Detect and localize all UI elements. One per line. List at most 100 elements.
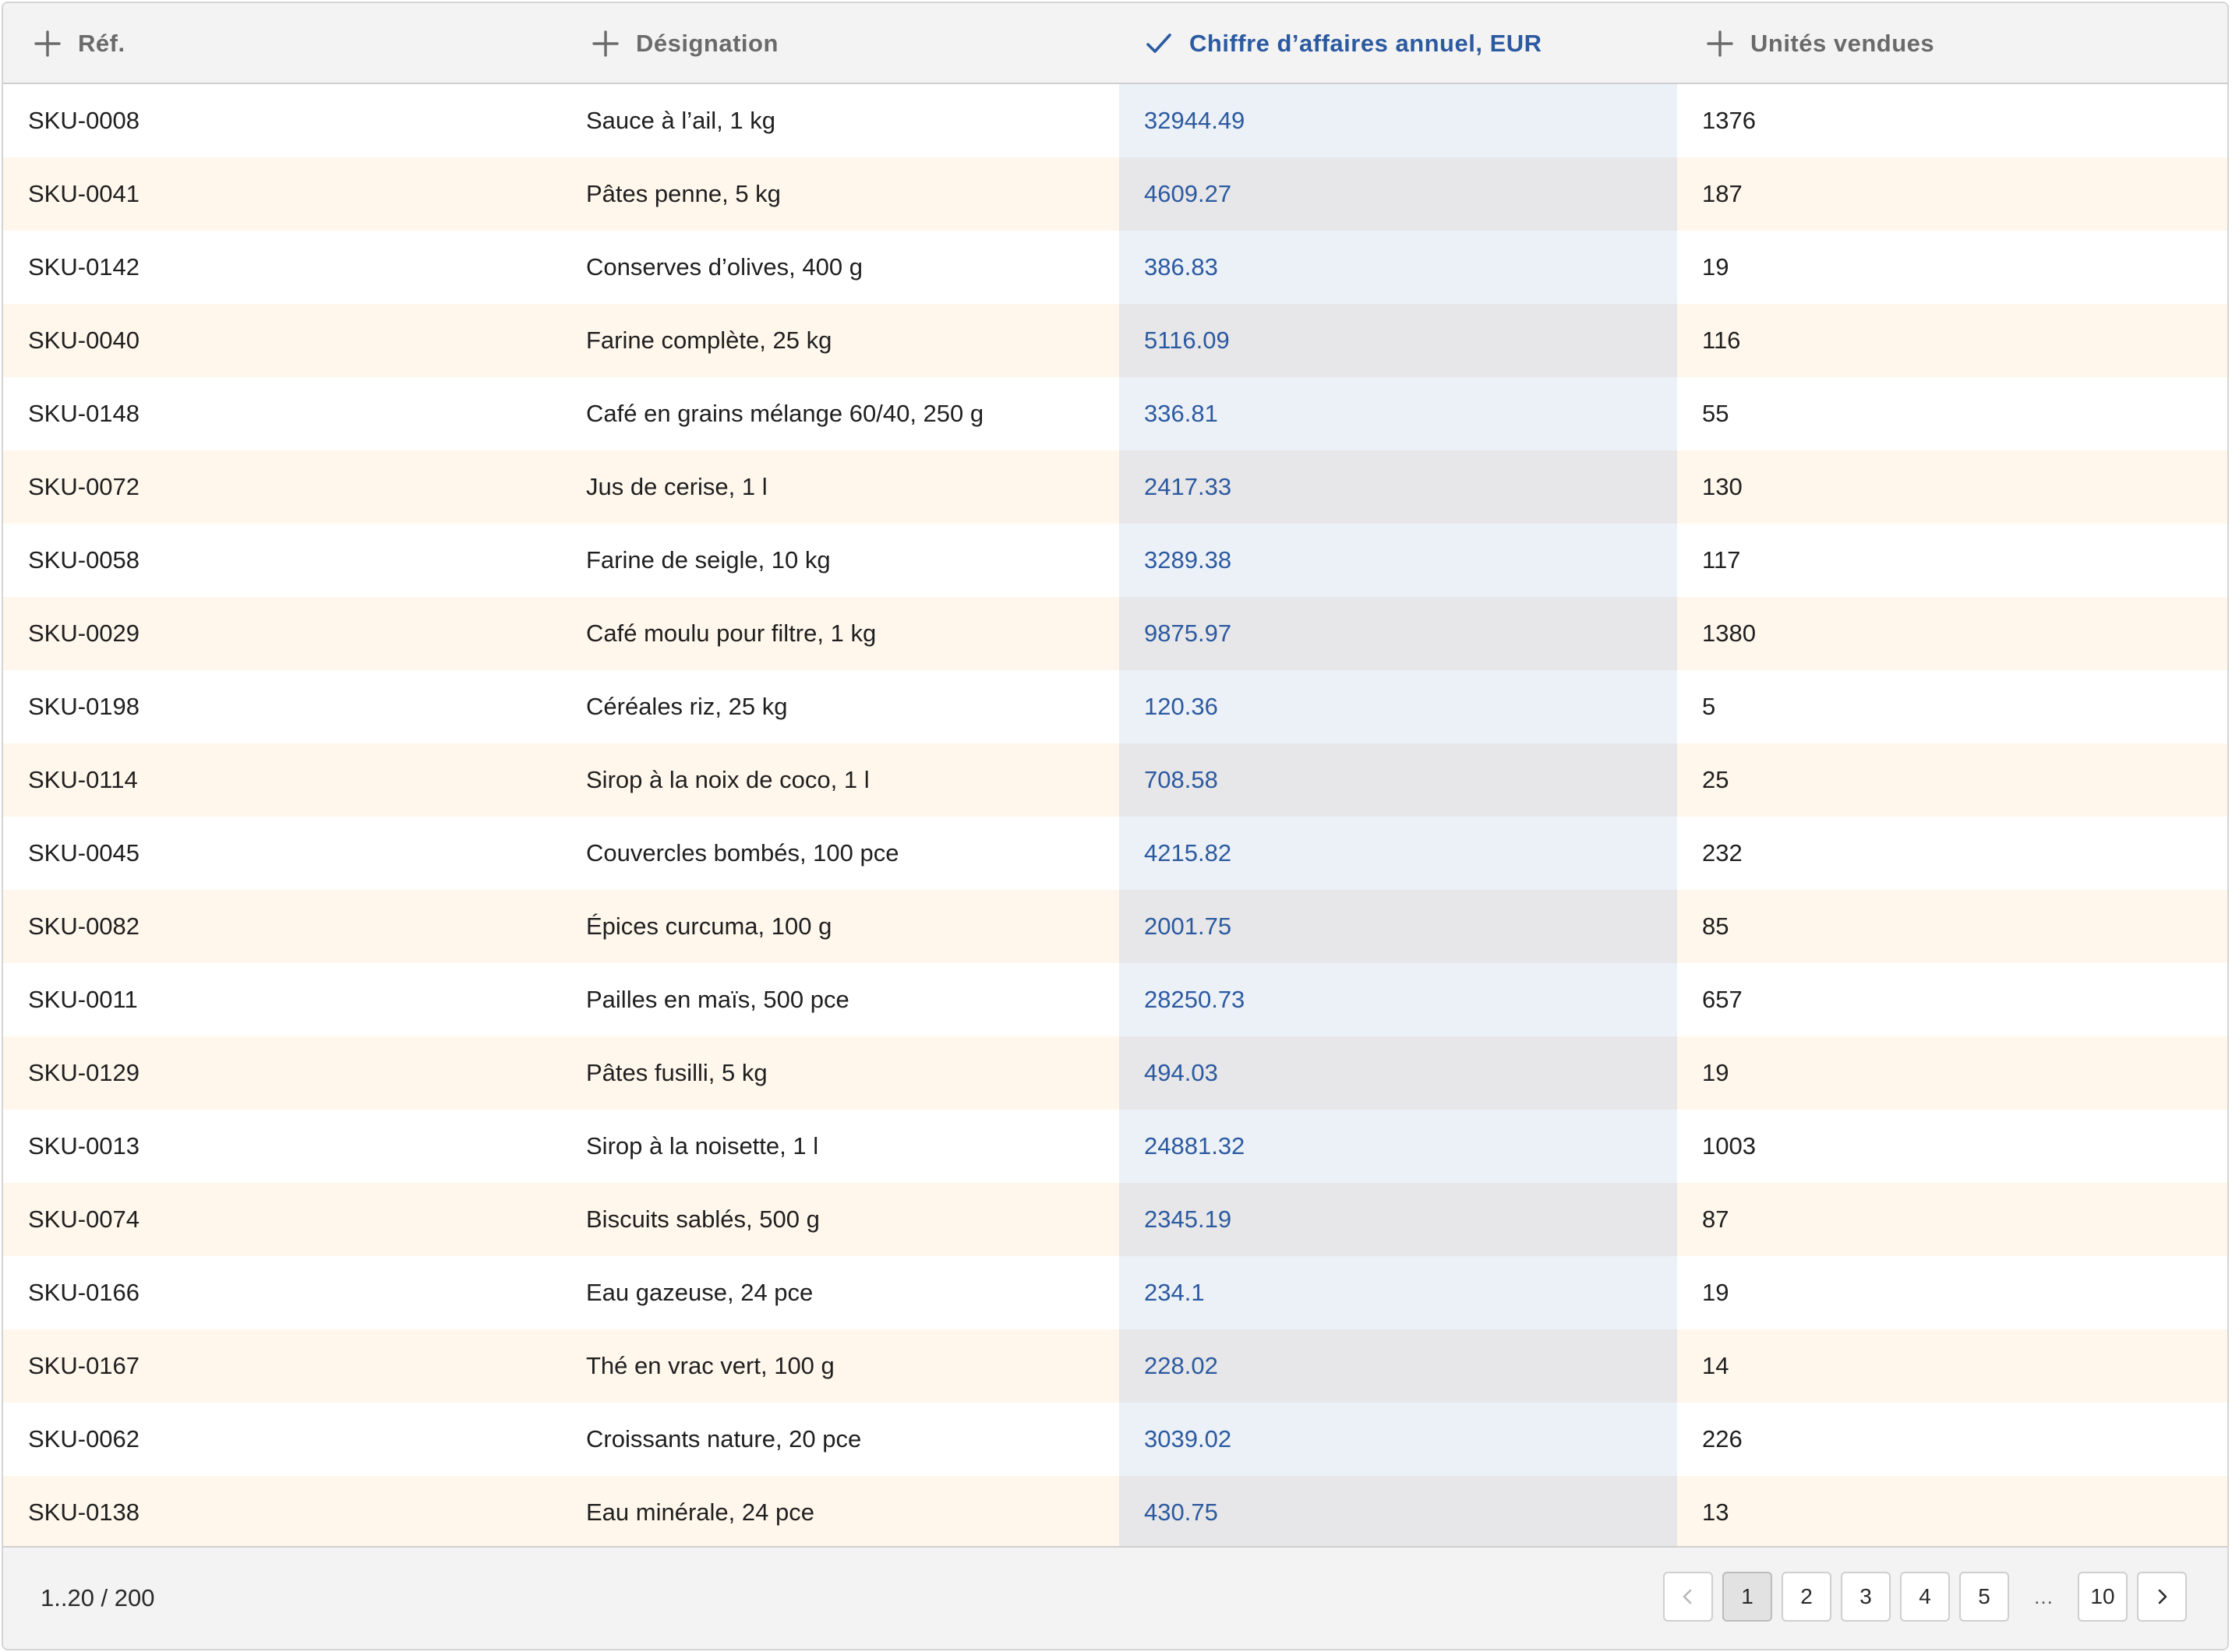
column-header-label: Désignation	[636, 30, 779, 57]
cell-units: 117	[1702, 546, 1741, 574]
cell-ref: SKU-0167	[28, 1352, 140, 1379]
column-header-ref[interactable]: Réf.	[3, 3, 561, 84]
table-row[interactable]: SKU-0011 Pailles en maïs, 500 pce 28250.73…	[3, 963, 2227, 1036]
table-row[interactable]: SKU-0062 Croissants nature, 20 pce 3039.02…	[3, 1403, 2227, 1476]
page-button-3[interactable]: 3	[1841, 1572, 1891, 1622]
cell-units: 14	[1702, 1352, 1729, 1379]
column-header-label: Réf.	[78, 30, 125, 57]
cell-ref: SKU-0013	[28, 1132, 140, 1160]
cell-ref: SKU-0114	[28, 766, 138, 793]
cell-revenue: 228.02	[1119, 1329, 1677, 1403]
cell-units: 85	[1702, 912, 1729, 940]
page-ellipsis: …	[2033, 1584, 2054, 1608]
column-header-label: Chiffre d’affaires annuel, EUR	[1189, 30, 1542, 57]
table-row[interactable]: SKU-0138 Eau minérale, 24 pce 430.75 13	[3, 1476, 2227, 1549]
plus-icon[interactable]	[592, 30, 619, 57]
cell-revenue: 32944.49	[1119, 84, 1677, 157]
page-button-4[interactable]: 4	[1900, 1572, 1950, 1622]
cell-revenue: 5116.09	[1119, 304, 1677, 377]
grid-body: SKU-0008 Sauce à l’ail, 1 kg 32944.49 1376 S…	[3, 84, 2227, 1549]
cell-ref: SKU-0166	[28, 1279, 140, 1306]
chevron-left-icon	[1678, 1587, 1698, 1607]
grid-header: Réf. Désignation Chiffre d’affaires annu…	[3, 3, 2227, 84]
cell-name: Café moulu pour filtre, 1 kg	[586, 620, 877, 647]
cell-name: Biscuits sablés, 500 g	[586, 1205, 820, 1233]
cell-name: Conserves d’olives, 400 g	[586, 253, 863, 281]
table-row[interactable]: SKU-0040 Farine complète, 25 kg 5116.09 116	[3, 304, 2227, 377]
cell-name: Croissants nature, 20 pce	[586, 1425, 862, 1453]
cell-name: Pâtes penne, 5 kg	[586, 180, 781, 207]
column-header-units[interactable]: Unités vendues	[1677, 3, 2227, 84]
cell-units: 1380	[1702, 620, 1756, 647]
cell-revenue: 28250.73	[1119, 963, 1677, 1036]
table-row[interactable]: SKU-0142 Conserves d’olives, 400 g 386.83 1…	[3, 231, 2227, 304]
cell-revenue: 2417.33	[1119, 450, 1677, 524]
cell-revenue: 4215.82	[1119, 817, 1677, 890]
cell-units: 130	[1702, 473, 1743, 500]
cell-name: Eau gazeuse, 24 pce	[586, 1279, 814, 1306]
table-row[interactable]: SKU-0008 Sauce à l’ail, 1 kg 32944.49 1376	[3, 84, 2227, 157]
cell-units: 19	[1702, 1059, 1729, 1086]
cell-units: 87	[1702, 1205, 1729, 1233]
table-row[interactable]: SKU-0167 Thé en vrac vert, 100 g 228.02 14	[3, 1329, 2227, 1403]
cell-revenue: 708.58	[1119, 743, 1677, 817]
cell-units: 19	[1702, 1279, 1729, 1306]
previous-page-button[interactable]	[1663, 1572, 1713, 1622]
table-row[interactable]: SKU-0013 Sirop à la noisette, 1 l 24881.32…	[3, 1110, 2227, 1183]
cell-ref: SKU-0045	[28, 839, 140, 867]
table-row[interactable]: SKU-0072 Jus de cerise, 1 l 2417.33 130	[3, 450, 2227, 524]
pagination-summary: 1..20 / 200	[41, 1584, 155, 1611]
cell-revenue: 386.83	[1119, 231, 1677, 304]
cell-ref: SKU-0198	[28, 693, 140, 720]
cell-revenue: 24881.32	[1119, 1110, 1677, 1183]
cell-ref: SKU-0148	[28, 400, 140, 427]
cell-units: 187	[1702, 180, 1743, 207]
cell-ref: SKU-0062	[28, 1425, 140, 1453]
cell-units: 226	[1702, 1425, 1743, 1453]
next-page-button[interactable]	[2137, 1572, 2187, 1622]
pagination: 1 2 3 4 5 … 10	[1654, 1572, 2187, 1622]
cell-revenue: 2345.19	[1119, 1183, 1677, 1256]
table-row[interactable]: SKU-0166 Eau gazeuse, 24 pce 234.1 19	[3, 1256, 2227, 1329]
table-row[interactable]: SKU-0114 Sirop à la noix de coco, 1 l 708.…	[3, 743, 2227, 817]
table-row[interactable]: SKU-0198 Céréales riz, 25 kg 120.36 5	[3, 670, 2227, 743]
table-row[interactable]: SKU-0148 Café en grains mélange 60/40, 25…	[3, 377, 2227, 450]
cell-units: 657	[1702, 986, 1743, 1013]
page-button-2[interactable]: 2	[1782, 1572, 1831, 1622]
cell-name: Couvercles bombés, 100 pce	[586, 839, 899, 867]
cell-units: 116	[1702, 327, 1741, 354]
table-row[interactable]: SKU-0045 Couvercles bombés, 100 pce 4215.8…	[3, 817, 2227, 890]
page-button-last[interactable]: 10	[2078, 1572, 2128, 1622]
cell-name: Farine complète, 25 kg	[586, 327, 832, 354]
cell-units: 13	[1702, 1498, 1729, 1526]
check-icon[interactable]	[1146, 30, 1172, 57]
cell-name: Farine de seigle, 10 kg	[586, 546, 831, 574]
cell-revenue: 9875.97	[1119, 597, 1677, 670]
cell-revenue: 3289.38	[1119, 524, 1677, 597]
table-row[interactable]: SKU-0074 Biscuits sablés, 500 g 2345.19 87	[3, 1183, 2227, 1256]
column-header-revenue[interactable]: Chiffre d’affaires annuel, EUR	[1119, 3, 1677, 84]
cell-name: Eau minérale, 24 pce	[586, 1498, 814, 1526]
table-row[interactable]: SKU-0082 Épices curcuma, 100 g 2001.75 85	[3, 890, 2227, 963]
cell-name: Pâtes fusilli, 5 kg	[586, 1059, 768, 1086]
cell-name: Sirop à la noisette, 1 l	[586, 1132, 819, 1160]
cell-revenue: 430.75	[1119, 1476, 1677, 1549]
table-row[interactable]: SKU-0029 Café moulu pour filtre, 1 kg 9875…	[3, 597, 2227, 670]
cell-ref: SKU-0074	[28, 1205, 140, 1233]
cell-units: 25	[1702, 766, 1729, 793]
column-header-name[interactable]: Désignation	[561, 3, 1119, 84]
table-row[interactable]: SKU-0058 Farine de seigle, 10 kg 3289.38 11…	[3, 524, 2227, 597]
page-button-1[interactable]: 1	[1722, 1572, 1772, 1622]
page-button-5[interactable]: 5	[1959, 1572, 2009, 1622]
plus-icon[interactable]	[1707, 30, 1733, 57]
cell-name: Céréales riz, 25 kg	[586, 693, 788, 720]
cell-revenue: 494.03	[1119, 1036, 1677, 1110]
cell-name: Sirop à la noix de coco, 1 l	[586, 766, 870, 793]
cell-units: 1376	[1702, 107, 1756, 134]
table-row[interactable]: SKU-0041 Pâtes penne, 5 kg 4609.27 187	[3, 157, 2227, 231]
cell-ref: SKU-0029	[28, 620, 140, 647]
cell-ref: SKU-0129	[28, 1059, 140, 1086]
table-row[interactable]: SKU-0129 Pâtes fusilli, 5 kg 494.03 19	[3, 1036, 2227, 1110]
plus-icon[interactable]	[34, 30, 61, 57]
data-grid: Réf. Désignation Chiffre d’affaires annu…	[2, 2, 2229, 1650]
